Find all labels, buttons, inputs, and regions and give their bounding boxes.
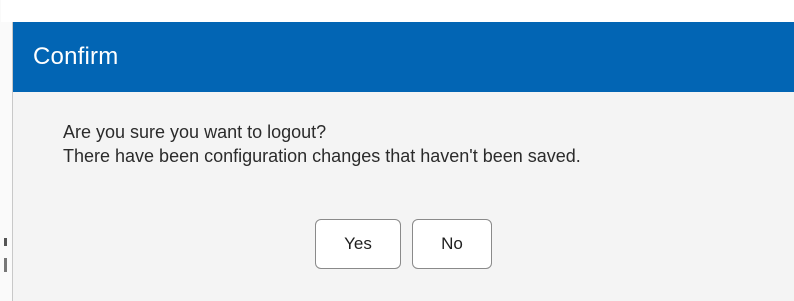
dialog-title: Confirm <box>33 43 119 70</box>
dialog-header: Confirm <box>1 0 794 92</box>
confirm-dialog: Confirm Are you sure you want to logout?… <box>1 0 794 301</box>
background-text-fragment <box>4 258 7 272</box>
yes-button[interactable]: Yes <box>315 219 401 269</box>
screen: Confirm Are you sure you want to logout?… <box>0 0 794 301</box>
no-button[interactable]: No <box>412 219 492 269</box>
message-line: There have been configuration changes th… <box>63 146 581 166</box>
dialog-footer: Yes No <box>13 219 794 269</box>
dialog-message: Are you sure you want to logout? There h… <box>63 120 783 168</box>
background-text-fragment <box>4 238 7 246</box>
message-line: Are you sure you want to logout? <box>63 122 327 142</box>
background-page-edge <box>0 0 12 301</box>
